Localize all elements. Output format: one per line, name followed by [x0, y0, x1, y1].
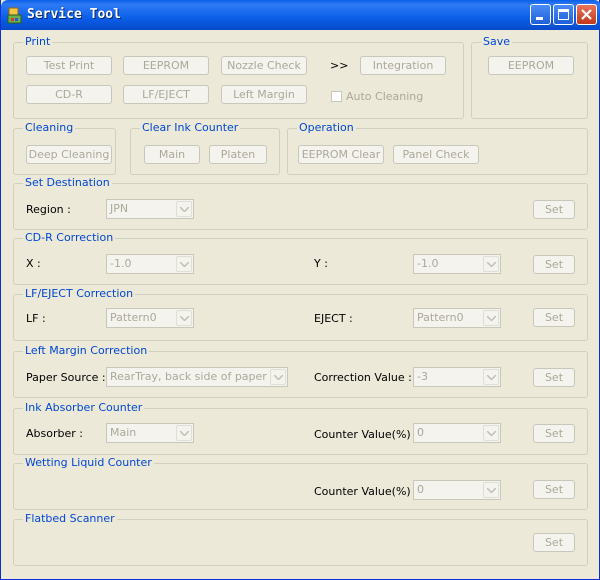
lf-eject-correction-label: LF/EJECT Correction [23, 287, 136, 300]
chevron-down-icon [176, 201, 192, 217]
wetting-liquid-set-button[interactable]: Set [533, 480, 575, 499]
chevron-down-icon [176, 425, 192, 441]
clear-ink-counter-group: Clear Ink Counter Main Platen [130, 121, 280, 175]
cleaning-group: Cleaning Deep Cleaning [13, 121, 116, 175]
lf-value: Pattern0 [110, 311, 157, 324]
operation-group-label: Operation [297, 121, 356, 134]
save-group: Save EEPROM [471, 35, 588, 119]
minimize-icon [536, 17, 543, 20]
x-select[interactable]: -1.0 [106, 254, 194, 274]
left-margin-set-button[interactable]: Set [533, 368, 575, 387]
integration-button[interactable]: Integration [360, 56, 446, 75]
cdr-button[interactable]: CD-R [26, 85, 112, 104]
cdr-correction-label: CD-R Correction [23, 231, 116, 244]
eject-select[interactable]: Pattern0 [413, 308, 501, 328]
cdr-correction-set-button[interactable]: Set [533, 255, 575, 274]
chevron-down-icon [176, 310, 192, 326]
region-value: JPN [110, 202, 129, 215]
maximize-icon [558, 9, 569, 20]
auto-cleaning-label: Auto Cleaning [346, 90, 424, 103]
print-group-label: Print [23, 35, 53, 48]
left-margin-button[interactable]: Left Margin [221, 85, 307, 104]
eeprom-clear-button[interactable]: EEPROM Clear [298, 145, 384, 164]
save-eeprom-button[interactable]: EEPROM [488, 56, 574, 75]
ink-absorber-set-button[interactable]: Set [533, 424, 575, 443]
chevron-down-icon [270, 369, 286, 385]
absorber-label: Absorber : [26, 427, 83, 440]
eject-value: Pattern0 [417, 311, 464, 324]
region-label: Region : [26, 203, 71, 216]
ink-absorber-counter-group: Ink Absorber Counter Absorber : Main Cou… [13, 401, 588, 455]
y-value: -1.0 [417, 257, 439, 270]
print-group: Print Test Print EEPROM Nozzle Check >> … [13, 35, 464, 119]
absorber-value: Main [110, 426, 137, 439]
correction-value-select[interactable]: -3 [413, 367, 501, 387]
chevron-down-icon [483, 482, 499, 498]
maximize-button[interactable] [553, 4, 574, 25]
test-print-button[interactable]: Test Print [26, 56, 112, 75]
chevron-down-icon [483, 256, 499, 272]
set-destination-set-button[interactable]: Set [533, 200, 575, 219]
lf-select[interactable]: Pattern0 [106, 308, 194, 328]
minimize-button[interactable] [530, 4, 551, 25]
title-bar[interactable]: Service Tool [1, 0, 600, 30]
absorber-counter-value-label: Counter Value(%) : [314, 428, 418, 441]
wetting-liquid-counter-label: Wetting Liquid Counter [23, 456, 154, 469]
chevron-down-icon [483, 369, 499, 385]
absorber-select[interactable]: Main [106, 423, 194, 443]
set-destination-label: Set Destination [23, 176, 112, 189]
auto-cleaning-checkbox[interactable] [331, 91, 342, 102]
lf-eject-correction-group: LF/EJECT Correction LF : Pattern0 EJECT … [13, 287, 588, 341]
save-group-label: Save [481, 35, 513, 48]
absorber-counter-value: 0 [417, 426, 424, 439]
print-eeprom-button[interactable]: EEPROM [123, 56, 209, 75]
client-area: Print Test Print EEPROM Nozzle Check >> … [4, 30, 596, 576]
y-select[interactable]: -1.0 [413, 254, 501, 274]
clear-main-button[interactable]: Main [144, 145, 200, 164]
set-destination-group: Set Destination Region : JPN Set [13, 176, 588, 230]
wetting-liquid-counter-group: Wetting Liquid Counter Counter Value(%) … [13, 456, 588, 510]
operation-group: Operation EEPROM Clear Panel Check [287, 121, 588, 175]
flatbed-scanner-label: Flatbed Scanner [23, 512, 117, 525]
region-select[interactable]: JPN [106, 199, 194, 219]
ink-absorber-counter-label: Ink Absorber Counter [23, 401, 145, 414]
correction-value-label: Correction Value : [314, 371, 412, 384]
flatbed-scanner-group: Flatbed Scanner Set [13, 512, 588, 566]
left-margin-correction-group: Left Margin Correction Paper Source : Re… [13, 344, 588, 398]
lf-label: LF : [26, 312, 46, 325]
cleaning-group-label: Cleaning [23, 121, 76, 134]
close-icon [581, 9, 592, 20]
absorber-counter-select[interactable]: 0 [413, 423, 501, 443]
y-label: Y : [314, 257, 328, 270]
paper-source-select[interactable]: RearTray, back side of paper [106, 367, 288, 387]
x-label: X : [26, 257, 41, 270]
chevron-down-icon [483, 310, 499, 326]
deep-cleaning-button[interactable]: Deep Cleaning [26, 145, 112, 164]
x-value: -1.0 [110, 257, 132, 270]
window-title: Service Tool [27, 7, 121, 22]
clear-ink-counter-label: Clear Ink Counter [140, 121, 241, 134]
wetting-counter-value-label: Counter Value(%) : [314, 485, 418, 498]
wetting-counter-value: 0 [417, 483, 424, 496]
lf-eject-set-button[interactable]: Set [533, 308, 575, 327]
close-button[interactable] [576, 4, 597, 25]
eject-label: EJECT : [314, 312, 353, 325]
left-margin-correction-label: Left Margin Correction [23, 344, 150, 357]
nozzle-check-button[interactable]: Nozzle Check [221, 56, 307, 75]
wetting-counter-select[interactable]: 0 [413, 480, 501, 500]
service-tool-window: Service Tool Print Test Print EEPROM Noz… [0, 0, 600, 580]
paper-source-value: RearTray, back side of paper [110, 370, 267, 383]
app-icon [7, 7, 22, 24]
panel-check-button[interactable]: Panel Check [393, 145, 479, 164]
paper-source-label: Paper Source : [26, 371, 106, 384]
chevron-down-icon [176, 256, 192, 272]
lf-eject-button[interactable]: LF/EJECT [123, 85, 209, 104]
flatbed-scanner-set-button[interactable]: Set [533, 533, 575, 552]
correction-value: -3 [417, 370, 428, 383]
chevron-down-icon [483, 425, 499, 441]
cdr-correction-group: CD-R Correction X : -1.0 Y : -1.0 Set [13, 231, 588, 285]
clear-platen-button[interactable]: Platen [209, 145, 267, 164]
integration-arrow-text: >> [330, 59, 349, 72]
